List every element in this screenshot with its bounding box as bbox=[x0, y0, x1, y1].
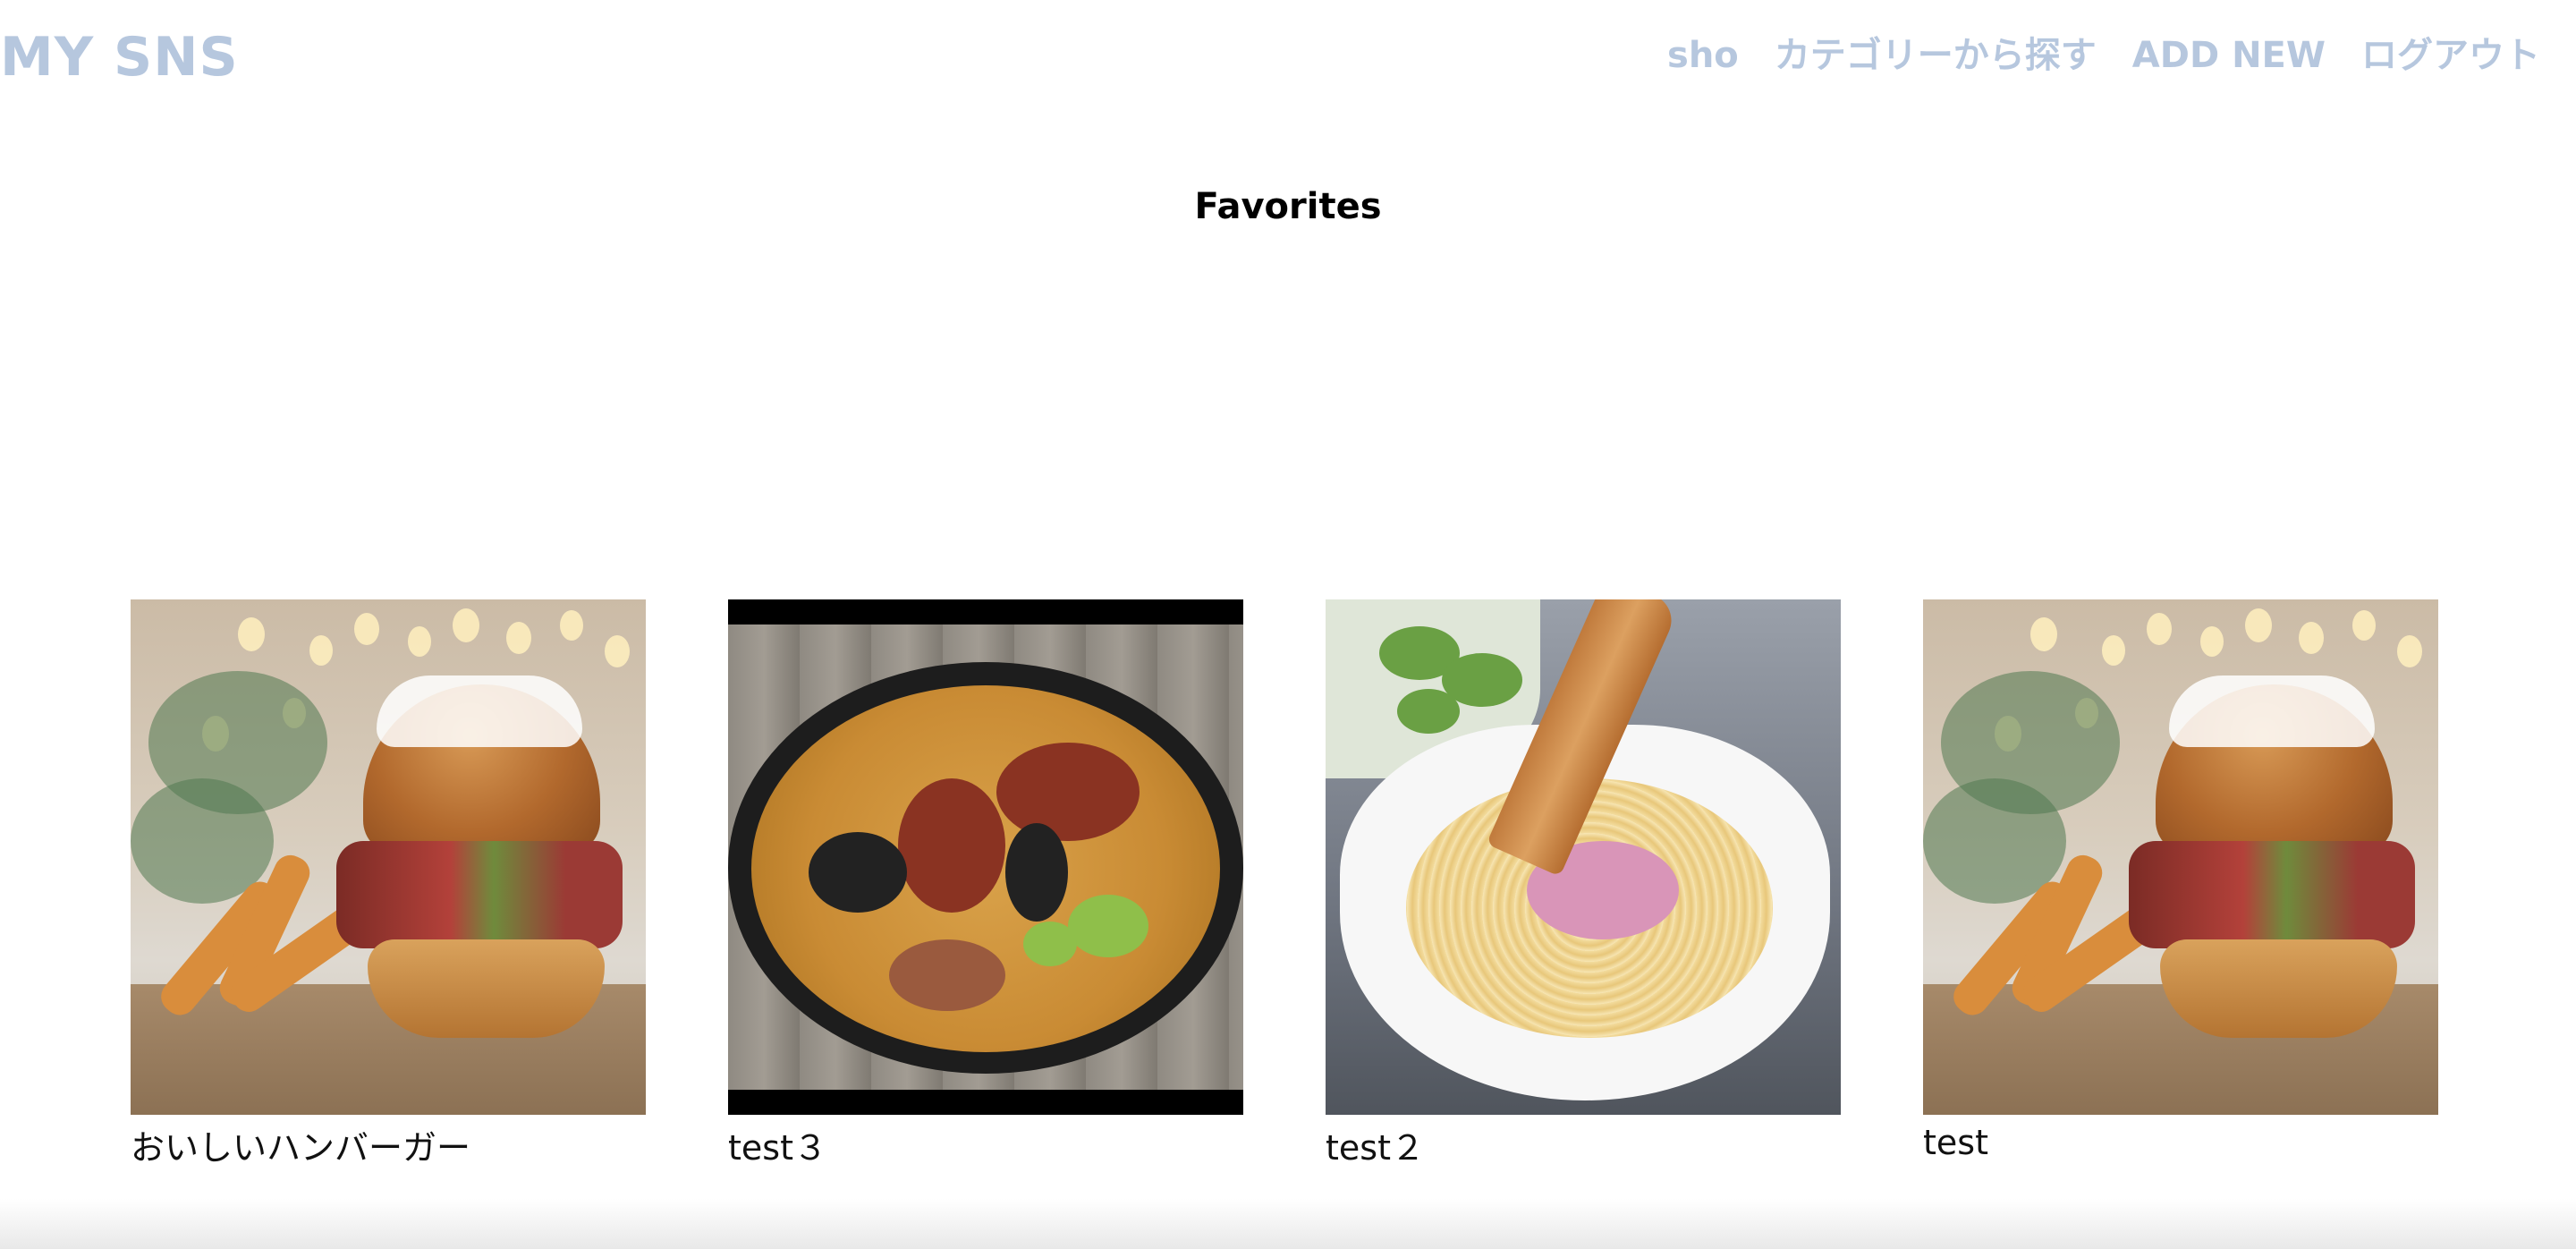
page: MY SNS sho カテゴリーから探す ADD NEW ログアウト Favor… bbox=[0, 0, 2576, 1249]
favorite-title[interactable]: test２ bbox=[1326, 1124, 1841, 1172]
favorite-card: test２ bbox=[1326, 599, 1841, 1172]
site-logo-link[interactable]: MY SNS bbox=[0, 21, 239, 93]
favorite-title[interactable]: おいしいハンバーガー bbox=[131, 1124, 646, 1172]
pasta-photo[interactable] bbox=[1326, 599, 1841, 1115]
bottom-shadow bbox=[0, 1199, 2576, 1249]
main-nav: sho カテゴリーから探す ADD NEW ログアウト bbox=[1667, 30, 2540, 81]
site-header: MY SNS sho カテゴリーから探す ADD NEW ログアウト bbox=[0, 0, 2576, 116]
favorite-card: test３ bbox=[728, 599, 1243, 1172]
favorite-title[interactable]: test３ bbox=[728, 1124, 1243, 1172]
nav-user-link[interactable]: sho bbox=[1667, 30, 1739, 81]
burger-photo[interactable] bbox=[1923, 599, 2438, 1115]
nav-category-link[interactable]: カテゴリーから探す bbox=[1775, 30, 2097, 81]
nav-add-new-link[interactable]: ADD NEW bbox=[2132, 30, 2326, 81]
favorite-card: おいしいハンバーガー bbox=[131, 599, 646, 1172]
nav-logout-link[interactable]: ログアウト bbox=[2361, 30, 2540, 81]
burger-photo[interactable] bbox=[131, 599, 646, 1115]
paella-photo[interactable] bbox=[728, 599, 1243, 1115]
favorite-title[interactable]: test bbox=[1923, 1118, 2438, 1167]
favorite-card: test bbox=[1923, 599, 2438, 1167]
page-title: Favorites bbox=[1194, 186, 1382, 227]
